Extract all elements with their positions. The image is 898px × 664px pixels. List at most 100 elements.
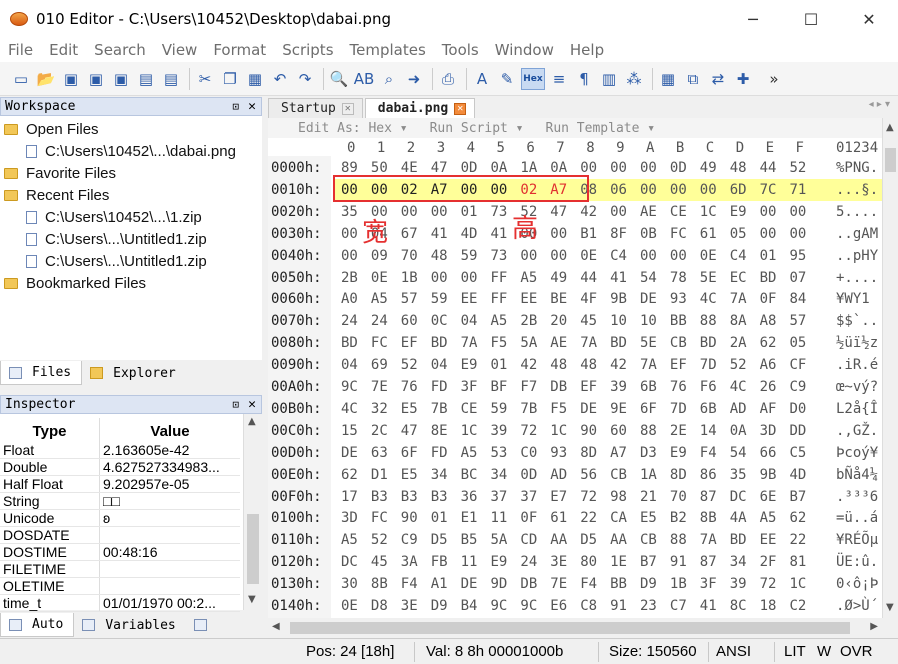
hex-byte[interactable]: 26 (760, 379, 782, 395)
maximize-button[interactable]: ☐ (782, 0, 840, 38)
hex-byte[interactable]: 61 (700, 226, 722, 242)
hex-byte[interactable]: 7C (760, 182, 782, 198)
hex-byte[interactable]: 18 (760, 598, 782, 614)
hex-byte[interactable]: D8 (371, 598, 393, 614)
hex-row[interactable]: 0140h: 0E D8 3E D9 B4 9C 9C E6 C8 91 23 C7 41 8C 18 C2 .Ø… (268, 595, 882, 617)
close-tab-icon[interactable]: ✕ (341, 102, 354, 115)
hex-byte[interactable]: 00 (670, 248, 692, 264)
close-panel-icon[interactable]: ✕ (248, 397, 256, 412)
close-button[interactable]: ✕ (840, 0, 898, 38)
hex-byte[interactable]: 1C (550, 423, 572, 439)
hex-hscrollbar[interactable]: ◀ ▶ (268, 618, 882, 638)
hex-byte[interactable]: CF (790, 357, 812, 373)
hex-byte[interactable]: 8F (610, 226, 632, 242)
hex-byte[interactable]: 8B (700, 510, 722, 526)
hex-byte[interactable]: 88 (700, 313, 722, 329)
hex-byte[interactable]: 07 (790, 270, 812, 286)
hex-byte[interactable]: A5 (371, 291, 393, 307)
hex-byte[interactable]: BD (760, 270, 782, 286)
save-as-icon[interactable]: ▣ (85, 68, 107, 90)
highlight-icon[interactable]: ✎ (496, 68, 518, 90)
menu-edit[interactable]: Edit (41, 41, 86, 59)
hex-byte[interactable]: C0 (520, 445, 542, 461)
hex-byte[interactable]: 72 (580, 489, 602, 505)
hex-byte[interactable]: 3F (461, 379, 483, 395)
hex-byte[interactable]: 00 (640, 182, 662, 198)
hex-row[interactable]: 0080h: BD FC EF BD 7A F5 5A AE 7A BD 5E CB BD 2A 62 05 ½ü… (268, 332, 882, 354)
hex-byte[interactable]: 4D (790, 467, 812, 483)
hex-byte[interactable]: E5 (401, 401, 423, 417)
hex-row[interactable]: 0130h: 30 8B F4 A1 DE 9D DB 7E F4 BB D9 1B 3F 39 72 1C 0‹… (268, 573, 882, 595)
hex-byte[interactable]: 0A (491, 160, 513, 176)
hex-byte[interactable]: 7D (670, 401, 692, 417)
convert-icon[interactable]: ⇄ (707, 68, 729, 90)
hex-byte[interactable]: BE (550, 291, 572, 307)
hex-byte[interactable]: EF (580, 379, 602, 395)
hex-byte[interactable]: 04 (431, 357, 453, 373)
hex-byte[interactable]: A1 (431, 576, 453, 592)
hex-byte[interactable]: 87 (700, 554, 722, 570)
hex-byte[interactable]: 45 (580, 313, 602, 329)
hex-byte[interactable]: 10 (640, 313, 662, 329)
hex-byte[interactable]: 2B (520, 313, 542, 329)
pin-icon[interactable]: ⊡ (232, 398, 239, 411)
hex-byte[interactable]: 78 (670, 270, 692, 286)
hex-byte[interactable]: 1B (401, 270, 423, 286)
hex-row[interactable]: 0100h: 3D FC 90 01 E1 11 0F 61 22 CA E5 B2 8B 4A A5 62 =ü… (268, 507, 882, 529)
hex-byte[interactable]: 20 (550, 313, 572, 329)
hex-byte[interactable]: 00 (431, 204, 453, 220)
hex-byte[interactable]: 72 (520, 423, 542, 439)
hex-byte[interactable]: 3D (760, 423, 782, 439)
minimize-button[interactable]: ─ (724, 0, 782, 38)
hex-byte[interactable]: 30 (341, 576, 363, 592)
hex-byte[interactable]: E1 (461, 510, 483, 526)
hex-byte[interactable]: E9 (670, 445, 692, 461)
hex-byte[interactable]: 00 (550, 248, 572, 264)
hex-row[interactable]: 0090h: 04 69 52 04 E9 01 42 48 48 42 7A EF 7D 52 A6 CF .i… (268, 354, 882, 376)
hex-byte[interactable]: AD (730, 401, 752, 417)
hex-byte[interactable]: 89 (341, 160, 363, 176)
hex-byte[interactable]: 00 (760, 226, 782, 242)
inspector-row[interactable]: OLETIME (0, 578, 240, 595)
hex-byte[interactable]: E9 (730, 204, 752, 220)
find-icon[interactable]: 🔍 (328, 68, 350, 90)
tab-scroll-icon[interactable]: ◂ ▸ ▾ (869, 99, 890, 110)
hex-byte[interactable]: 6B (700, 401, 722, 417)
hex-byte[interactable]: 47 (550, 204, 572, 220)
hex-byte[interactable]: 09 (371, 248, 393, 264)
hex-byte[interactable]: 2B (341, 270, 363, 286)
inspector-row[interactable]: DOSDATE (0, 527, 240, 544)
inspector-row[interactable]: Half Float 9.202957e-05 (0, 476, 240, 493)
hex-byte[interactable]: 67 (401, 226, 423, 242)
hex-byte[interactable]: 81 (790, 554, 812, 570)
hex-byte[interactable]: D5 (580, 532, 602, 548)
hex-byte[interactable]: 57 (790, 313, 812, 329)
hex-byte[interactable]: 15 (341, 423, 363, 439)
hex-byte[interactable]: 39 (730, 576, 752, 592)
hex-byte[interactable]: EE (461, 291, 483, 307)
hex-byte[interactable]: 14 (700, 423, 722, 439)
hex-byte[interactable]: 00 (640, 160, 662, 176)
hex-byte[interactable]: 0A (550, 160, 572, 176)
hex-row[interactable]: 00A0h: 9C 7E 76 FD 3F BF F7 DB EF 39 6B 76 F6 4C 26 C9 œ~… (268, 376, 882, 398)
hex-byte[interactable]: B5 (461, 532, 483, 548)
hex-byte[interactable]: F5 (491, 335, 513, 351)
hex-scrollbar[interactable]: ▲ ▼ (882, 118, 898, 618)
hex-byte[interactable]: E5 (640, 510, 662, 526)
hex-byte[interactable]: 53 (491, 445, 513, 461)
hex-byte[interactable]: FC (371, 510, 393, 526)
favorite-files-node[interactable]: Favorite Files (4, 165, 116, 182)
hex-row[interactable]: 0070h: 24 24 60 0C 04 A5 2B 20 45 10 10 BB 88 8A A8 57 $$… (268, 310, 882, 332)
hex-byte[interactable]: 0F (520, 510, 542, 526)
hex-byte[interactable]: 1C (461, 423, 483, 439)
hex-byte[interactable]: 4A (730, 510, 752, 526)
hex-byte[interactable]: 98 (610, 489, 632, 505)
hex-row[interactable]: 00E0h: 62 D1 E5 34 BC 34 0D AD 56 CB 1A 8D 86 35 9B 4D bÑ… (268, 464, 882, 486)
hex-byte[interactable]: 42 (520, 357, 542, 373)
tab-explorer[interactable]: Explorer (82, 361, 186, 385)
hex-byte[interactable]: 6B (640, 379, 662, 395)
hex-byte[interactable]: C9 (401, 532, 423, 548)
hex-byte[interactable]: 1C (700, 204, 722, 220)
hex-byte[interactable]: 24 (371, 313, 393, 329)
hex-byte[interactable]: 47 (431, 160, 453, 176)
